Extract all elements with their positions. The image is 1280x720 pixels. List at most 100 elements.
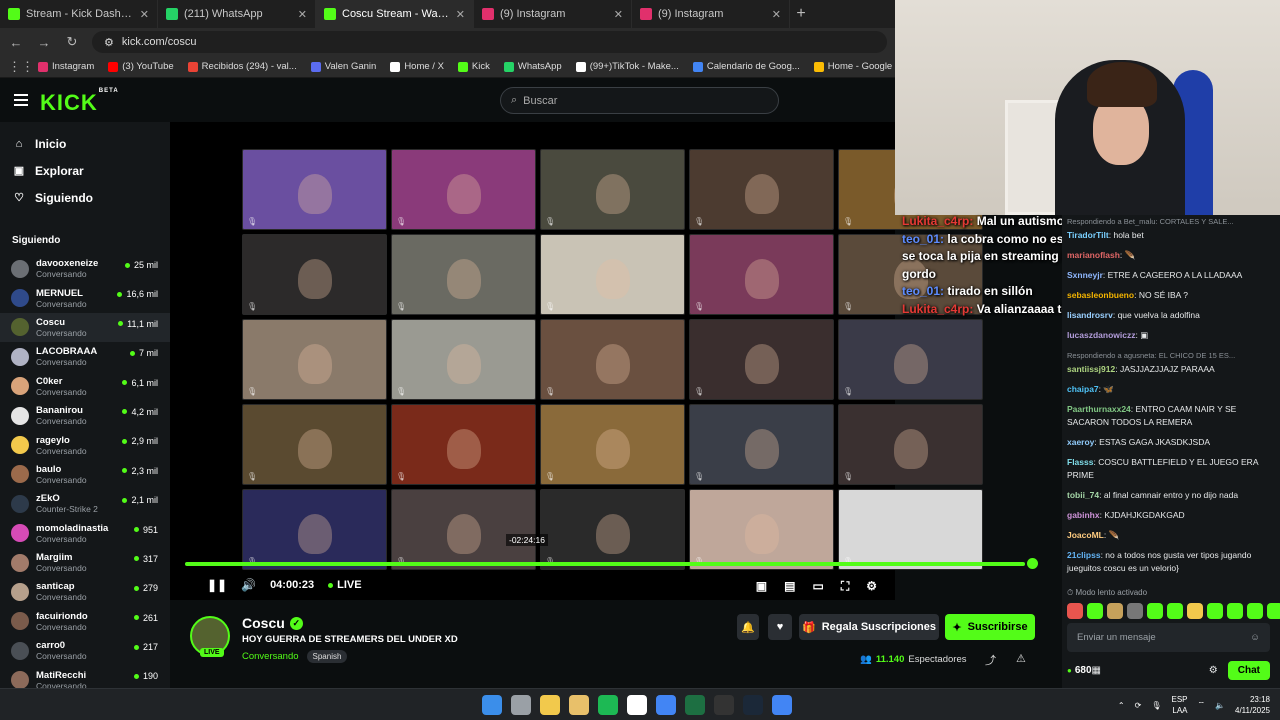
emote-icon[interactable]: [1127, 603, 1143, 619]
gift-subs-button[interactable]: 🎁 Regala Suscripciones: [799, 614, 939, 640]
steam-icon[interactable]: [743, 695, 763, 715]
menu-icon[interactable]: [14, 94, 28, 106]
app-icon[interactable]: [627, 695, 647, 715]
chat-username[interactable]: Paarthurnaxx24: [1067, 404, 1131, 414]
emote-icon[interactable]: [1067, 603, 1083, 619]
chat-username[interactable]: gabinhx: [1067, 510, 1100, 520]
chat-username[interactable]: santiissj912: [1067, 364, 1115, 374]
spotify-icon[interactable]: [598, 695, 618, 715]
followed-channel[interactable]: rageylo Conversando 2,9 mil: [0, 430, 170, 459]
chat-username[interactable]: 21clipss: [1067, 550, 1101, 560]
share-icon[interactable]: ⤴: [985, 652, 996, 668]
apps-grid-icon[interactable]: ⋮⋮: [8, 59, 34, 75]
followed-channel[interactable]: C0ker Conversando 6,1 mil: [0, 372, 170, 401]
chat-send-button[interactable]: Chat: [1227, 660, 1270, 680]
browser-tab[interactable]: (211) WhatsApp ✕: [158, 0, 316, 28]
chat-username[interactable]: lisandrosrv: [1067, 310, 1113, 320]
emote-icon[interactable]: [1107, 603, 1123, 619]
epic-games-icon[interactable]: [714, 695, 734, 715]
subscribe-button[interactable]: ✦ Suscribirse: [945, 614, 1035, 640]
chat-username[interactable]: sebasleonbueno: [1067, 290, 1134, 300]
emote-icon[interactable]: [1227, 603, 1243, 619]
chevron-up-icon[interactable]: ⌃: [1118, 701, 1125, 710]
network-icon[interactable]: ⟳: [1135, 701, 1142, 710]
report-icon[interactable]: ⚠: [1016, 652, 1026, 665]
followed-channel[interactable]: MERNUEL Conversando 16,6 mil: [0, 283, 170, 312]
emote-icon[interactable]: [1207, 603, 1223, 619]
nav-item-explorar[interactable]: ▣ Explorar: [0, 157, 170, 184]
fullscreen-icon[interactable]: ⛶: [841, 579, 849, 594]
bookmark[interactable]: Kick: [457, 61, 490, 72]
browser-tab[interactable]: Stream - Kick Dashboard ✕: [0, 0, 158, 28]
followed-channel[interactable]: baulo Conversando 2,3 mil: [0, 460, 170, 489]
chat-username[interactable]: marianoflash: [1067, 250, 1120, 260]
bookmark[interactable]: (99+)TikTok - Make...: [575, 61, 679, 72]
bookmark[interactable]: WhatsApp: [503, 61, 562, 72]
chat-username[interactable]: chaipa7: [1067, 384, 1099, 394]
settings-icon[interactable]: ⚙: [866, 579, 877, 594]
streamer-name[interactable]: Coscu ✓: [242, 615, 303, 631]
bookmark[interactable]: Home - Google Drive: [813, 61, 895, 72]
followed-channel[interactable]: Coscu Conversando 11,1 mil: [0, 312, 170, 343]
bookmark[interactable]: Home / X: [390, 61, 444, 72]
emote-icon[interactable]: [1247, 603, 1263, 619]
followed-channel[interactable]: LACOBRAAA Conversando 7 mil: [0, 342, 170, 371]
followed-channel[interactable]: momoladinastia Conversando 951: [0, 519, 170, 548]
excel-icon[interactable]: [685, 695, 705, 715]
bookmark[interactable]: Recibidos (294) - val...: [187, 61, 297, 72]
store-icon[interactable]: ▦: [1092, 665, 1101, 676]
bookmark[interactable]: (3) YouTube: [108, 61, 174, 72]
url-field[interactable]: ⚙ kick.com/coscu: [92, 31, 887, 53]
pause-icon[interactable]: ❚❚: [207, 578, 227, 592]
chat-username[interactable]: tobii_74: [1067, 490, 1099, 500]
kick-logo[interactable]: KICKBETA: [40, 88, 119, 116]
video-player[interactable]: 🎙🎙🎙🎙🎙🎙🎙🎙🎙🎙🎙🎙🎙🎙🎙🎙🎙🎙🎙🎙🎙🎙🎙🎙🎙 -02:24:16 ❚❚ 🔊…: [170, 122, 1038, 600]
new-tab-button[interactable]: +: [790, 0, 812, 28]
seek-knob[interactable]: [1027, 558, 1038, 569]
emoji-icon[interactable]: ☺: [1250, 632, 1260, 643]
nav-item-inicio[interactable]: ⌂ Inicio: [0, 130, 170, 157]
followed-channel[interactable]: facuiriondo Conversando 261: [0, 607, 170, 636]
stream-category[interactable]: Conversando: [242, 651, 299, 662]
file-explorer-icon[interactable]: [540, 695, 560, 715]
emote-icon[interactable]: [1267, 603, 1280, 619]
clock[interactable]: 23:18 4/11/2025: [1235, 694, 1270, 716]
bookmark[interactable]: Instagram: [38, 61, 94, 72]
followed-channel[interactable]: Bananirou Conversando 4,2 mil: [0, 401, 170, 430]
emote-icon[interactable]: [1187, 603, 1203, 619]
windows-start-icon[interactable]: [482, 695, 502, 715]
nav-item-siguiendo[interactable]: ♡ Siguiendo: [0, 184, 170, 211]
volume-icon[interactable]: 🔊: [241, 578, 256, 592]
close-tab-icon[interactable]: ✕: [456, 8, 465, 21]
reload-icon[interactable]: ↻: [64, 34, 80, 50]
chat-username[interactable]: JoacoML: [1067, 530, 1104, 540]
browser-tab[interactable]: (9) Instagram ✕: [632, 0, 790, 28]
pip-icon[interactable]: ▭: [812, 579, 823, 594]
chrome-icon[interactable]: [656, 695, 676, 715]
forward-icon[interactable]: →: [36, 35, 52, 50]
mic-icon[interactable]: 🎙: [1151, 701, 1161, 710]
wifi-icon[interactable]: ⌔: [1198, 700, 1206, 710]
language-indicator[interactable]: ESP LAA: [1171, 694, 1187, 716]
close-tab-icon[interactable]: ✕: [140, 8, 149, 21]
followed-channel[interactable]: davooxeneize Conversando 25 mil: [0, 254, 170, 283]
bookmark[interactable]: Valen Ganin: [310, 61, 376, 72]
emote-icon[interactable]: [1167, 603, 1183, 619]
notifications-button[interactable]: 🔔: [737, 614, 759, 640]
emote-icon[interactable]: [1087, 603, 1103, 619]
followed-channel[interactable]: santicap Conversando 279: [0, 577, 170, 606]
followed-channel[interactable]: zEkO Counter-Strike 2 2,1 mil: [0, 489, 170, 518]
language-tag[interactable]: Spanish: [306, 650, 348, 663]
close-tab-icon[interactable]: ✕: [614, 8, 623, 21]
seek-bar[interactable]: [185, 562, 1025, 566]
chat-username[interactable]: Sxnneyjr: [1067, 270, 1103, 280]
search-input[interactable]: ⌕ Buscar: [500, 87, 779, 114]
close-tab-icon[interactable]: ✕: [298, 8, 307, 21]
bookmark[interactable]: Calendario de Goog...: [692, 61, 800, 72]
emote-icon[interactable]: [1147, 603, 1163, 619]
clip-icon[interactable]: ▣: [756, 579, 767, 594]
task-view-icon[interactable]: [511, 695, 531, 715]
chat-username[interactable]: TiradorTilt: [1067, 230, 1109, 240]
back-icon[interactable]: ←: [8, 35, 24, 50]
close-tab-icon[interactable]: ✕: [772, 8, 781, 21]
